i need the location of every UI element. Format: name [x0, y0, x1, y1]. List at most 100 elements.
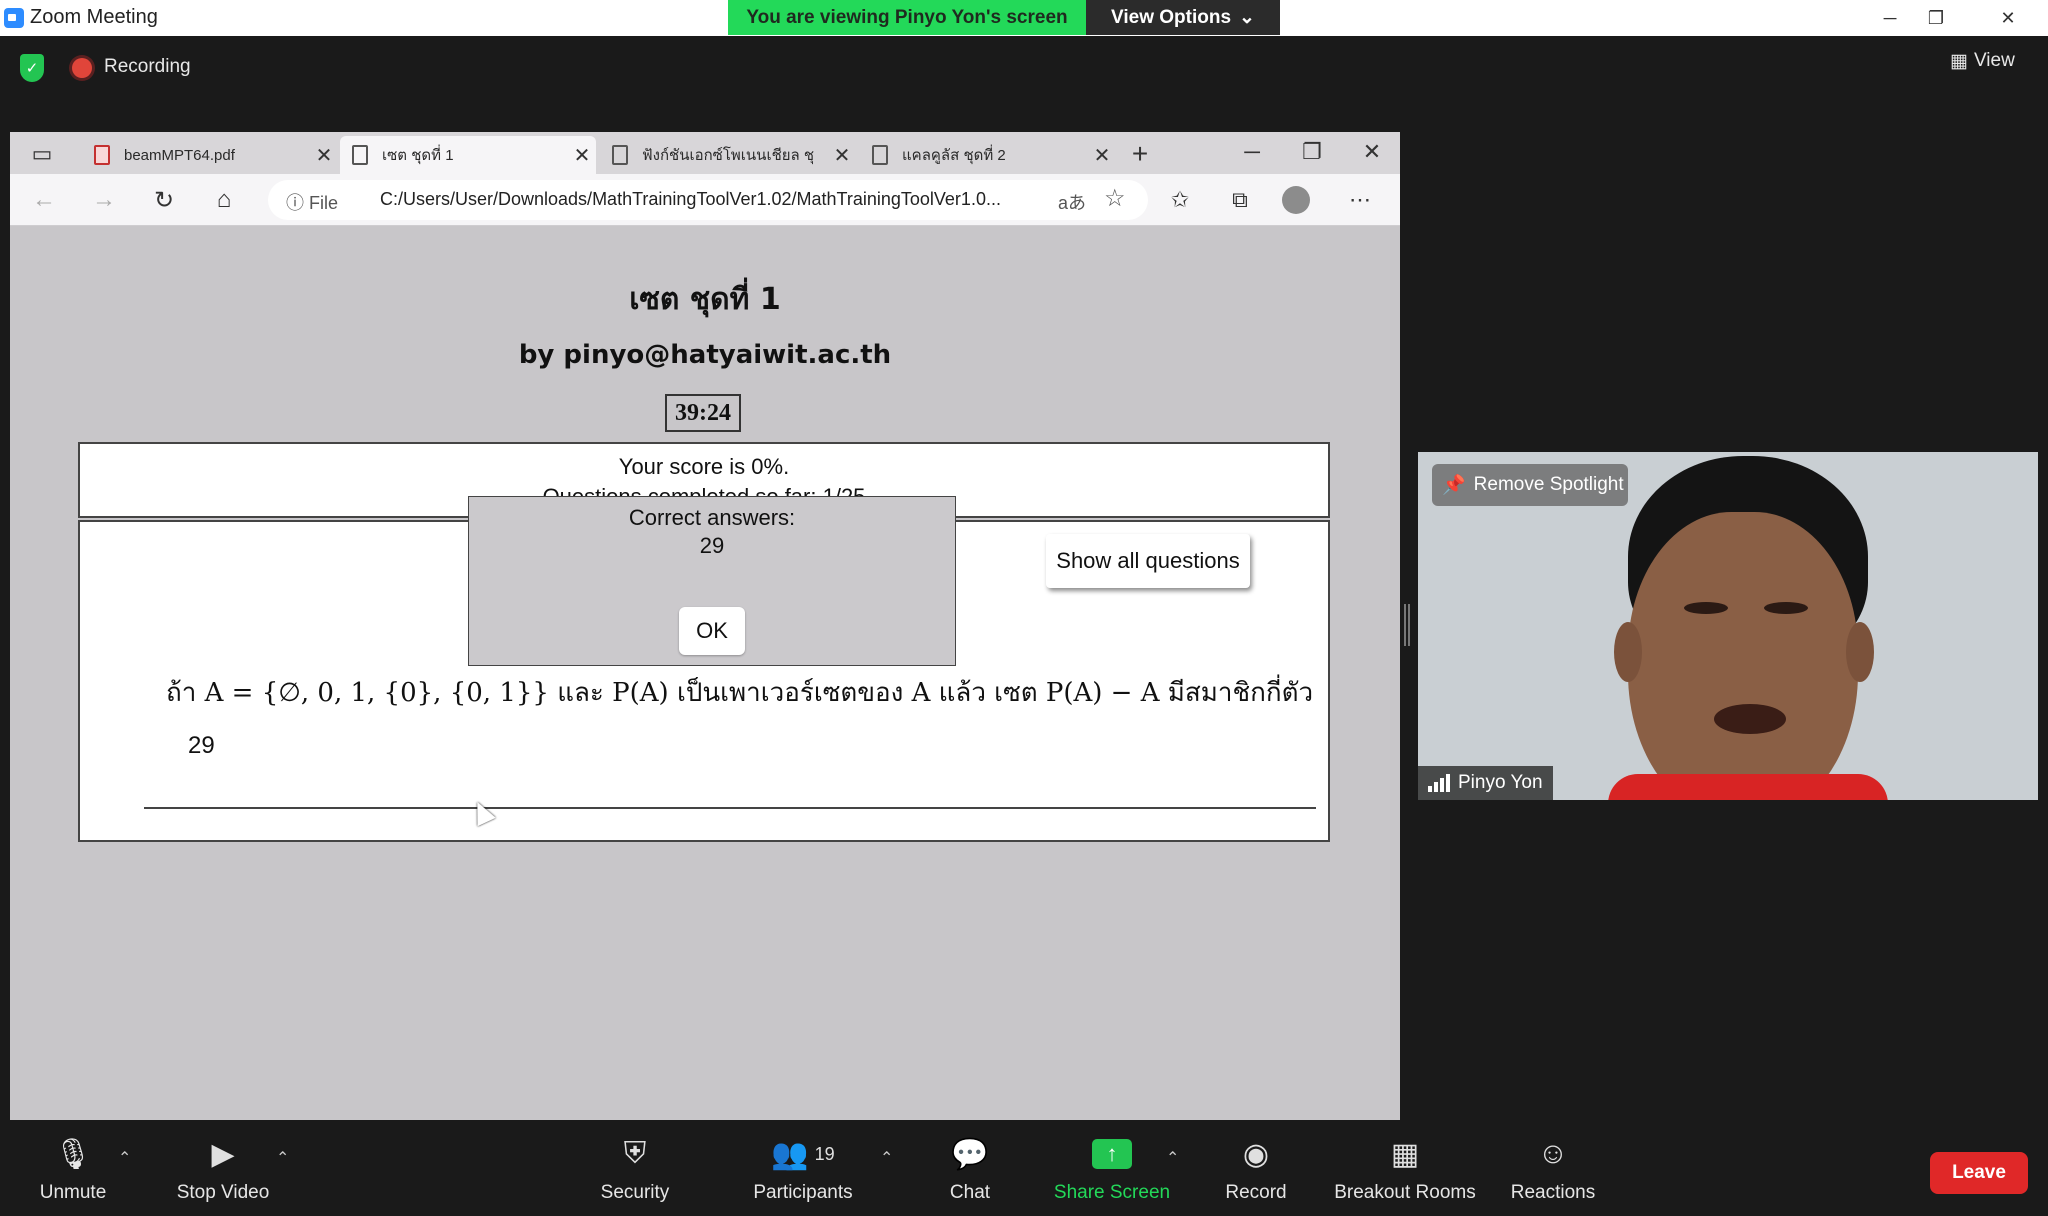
new-tab-button[interactable]: + [1120, 136, 1160, 172]
browser-tab-strip: ▭ beamMPT64.pdf ✕ เซต ชุดที่ 1 ✕ ฟังก์ชั… [10, 132, 1400, 174]
browser-tab-active[interactable]: เซต ชุดที่ 1 ✕ [340, 136, 596, 174]
participant-mouth [1714, 704, 1786, 734]
video-options-caret-icon[interactable]: ⌃ [276, 1148, 289, 1168]
answer-input[interactable]: 29 [188, 732, 215, 760]
answer-divider [144, 807, 1316, 809]
recording-label[interactable]: Recording [104, 56, 191, 78]
tab-label: ฟังก์ชันเอกซ์โพเนนเชียล ชุ [642, 147, 815, 164]
score-text: Your score is 0%. [618, 454, 790, 479]
page-icon [612, 145, 628, 165]
reactions-label: Reactions [1510, 1182, 1596, 1203]
leave-meeting-button[interactable]: Leave [1930, 1152, 2028, 1194]
view-label: View [1973, 50, 2015, 71]
recording-dot-icon [72, 58, 92, 78]
close-tab-icon[interactable]: ✕ [1088, 143, 1116, 168]
browser-restore-icon[interactable]: ❐ [1292, 134, 1332, 170]
participants-count: 19 [814, 1143, 835, 1164]
participant-video-tile[interactable]: 📌 Remove Spotlight Pinyo Yon [1418, 452, 2038, 800]
page-icon [872, 145, 888, 165]
chevron-down-icon: ⌄ [1239, 7, 1255, 28]
remove-spotlight-button[interactable]: 📌 Remove Spotlight [1432, 464, 1628, 506]
site-info-label[interactable]: ⓘ File [286, 189, 338, 215]
unmute-button[interactable]: 🎙 Unmute [28, 1132, 118, 1212]
stop-video-button[interactable]: ▶ Stop Video [168, 1132, 278, 1212]
participants-caret-icon[interactable]: ⌃ [880, 1148, 893, 1168]
reactions-button[interactable]: ☺ Reactions [1508, 1132, 1598, 1212]
participant-shirt [1608, 774, 1888, 800]
home-icon[interactable]: ⌂ [206, 182, 242, 218]
breakout-rooms-icon: ▦ [1390, 1137, 1420, 1171]
share-screen-button[interactable]: ↑ Share Screen [1050, 1132, 1174, 1212]
security-button[interactable]: ⛨ Security [590, 1132, 680, 1212]
url-text[interactable]: C:/Users/User/Downloads/MathTrainingTool… [380, 189, 1001, 210]
video-camera-icon: ▶ [211, 1137, 235, 1171]
question-text: ถ้า A = {∅, 0, 1, {0}, {0, 1}} และ P(A) … [166, 678, 1314, 708]
grid-icon: ▦ [1950, 50, 1968, 72]
view-layout-button[interactable]: ▦ View [1950, 46, 2040, 76]
add-favorite-icon[interactable]: ☆ [1104, 184, 1126, 213]
back-arrow-icon[interactable]: ← [26, 182, 62, 218]
read-aloud-icon[interactable]: aあ [1058, 189, 1086, 215]
window-title: Zoom Meeting [30, 6, 158, 28]
close-tab-icon[interactable]: ✕ [310, 143, 338, 168]
participant-ear [1846, 622, 1874, 682]
pin-icon: 📌 [1442, 475, 1466, 496]
tab-label: แคลคูลัส ชุดที่ 2 [902, 147, 1006, 164]
browser-close-icon[interactable]: ✕ [1352, 134, 1392, 170]
address-bar[interactable]: ⓘ File C:/Users/User/Downloads/MathTrain… [268, 180, 1148, 220]
show-all-questions-button[interactable]: Show all questions [1046, 534, 1250, 588]
participant-name-tag: Pinyo Yon [1418, 766, 1553, 800]
tab-label: เซต ชุดที่ 1 [382, 147, 454, 164]
breakout-rooms-button[interactable]: ▦ Breakout Rooms [1330, 1132, 1480, 1212]
audio-options-caret-icon[interactable]: ⌃ [118, 1148, 131, 1168]
record-icon: ◉ [1242, 1137, 1270, 1171]
view-options-button[interactable]: View Options ⌄ [1086, 0, 1280, 35]
browser-toolbar: ← → ↻ ⌂ ⓘ File C:/Users/User/Downloads/M… [10, 174, 1400, 226]
reactions-smiley-icon: ☺ [1537, 1137, 1569, 1170]
refresh-icon[interactable]: ↻ [146, 182, 182, 218]
correct-answer-dialog: Correct answers: 29 OK [468, 496, 956, 666]
browser-tab-exponential[interactable]: ฟังก์ชันเอกซ์โพเนนเชียล ชุ ✕ [600, 136, 856, 174]
tab-actions-icon[interactable]: ▭ [22, 136, 62, 172]
browser-tab-pdf[interactable]: beamMPT64.pdf ✕ [82, 136, 338, 174]
profile-avatar-icon[interactable] [1282, 186, 1310, 214]
ok-button[interactable]: OK [679, 607, 745, 655]
participants-button[interactable]: 👥 19 Participants [748, 1132, 858, 1212]
forward-arrow-icon[interactable]: → [86, 182, 122, 218]
participants-icon: 👥 19 [771, 1137, 835, 1171]
record-button[interactable]: ◉ Record [1212, 1132, 1300, 1212]
unmute-label: Unmute [39, 1182, 107, 1203]
collections-icon[interactable]: ⧉ [1220, 182, 1260, 218]
muted-microphone-icon: 🎙 [53, 1137, 93, 1171]
close-tab-icon[interactable]: ✕ [828, 143, 856, 168]
share-screen-label: Share Screen [1053, 1182, 1171, 1203]
page-author: by pinyo@hatyaiwit.ac.th [518, 340, 892, 370]
chat-button[interactable]: 💬 Chat [940, 1132, 1000, 1212]
participants-label: Participants [753, 1182, 853, 1203]
participant-eye [1764, 602, 1808, 614]
tab-label: beamMPT64.pdf [124, 146, 235, 164]
participant-face [1628, 512, 1858, 800]
view-options-label: View Options [1111, 6, 1232, 28]
chat-label: Chat [949, 1182, 991, 1203]
encryption-shield-icon[interactable]: ✓ [20, 54, 44, 82]
page-title: เซต ชุดที่ 1 [629, 282, 781, 317]
pdf-file-icon [94, 145, 110, 165]
meeting-controls-bar [0, 1120, 2048, 1216]
participant-name: Pinyo Yon [1458, 772, 1543, 793]
participant-eye [1684, 602, 1728, 614]
browser-tab-calculus[interactable]: แคลคูลัส ชุดที่ 2 ✕ [860, 136, 1116, 174]
stop-video-label: Stop Video [176, 1182, 270, 1203]
record-label: Record [1225, 1182, 1287, 1203]
more-options-icon[interactable]: ⋯ [1340, 182, 1380, 218]
participant-ear [1614, 622, 1642, 682]
share-screen-icon-wrap: ↑ [1092, 1132, 1132, 1176]
shared-screen: ▭ beamMPT64.pdf ✕ เซต ชุดที่ 1 ✕ ฟังก์ชั… [10, 132, 1400, 1120]
restore-button[interactable]: ❐ [1906, 0, 1966, 36]
close-tab-icon[interactable]: ✕ [568, 143, 596, 168]
panel-resize-handle[interactable] [1404, 604, 1410, 646]
close-window-button[interactable]: ✕ [1978, 0, 2038, 36]
browser-minimize-icon[interactable]: ─ [1232, 134, 1272, 170]
favorites-icon[interactable]: ✩ [1160, 182, 1200, 218]
share-options-caret-icon[interactable]: ⌃ [1166, 1148, 1179, 1168]
